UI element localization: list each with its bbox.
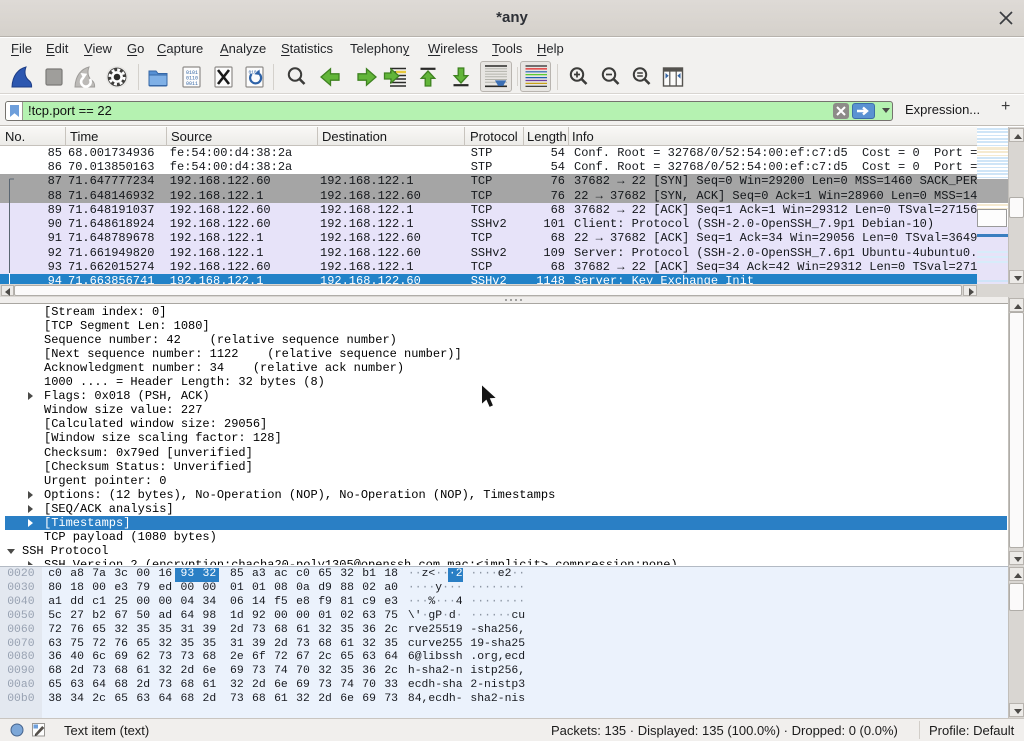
svg-text:0011: 0011 [186,81,198,87]
